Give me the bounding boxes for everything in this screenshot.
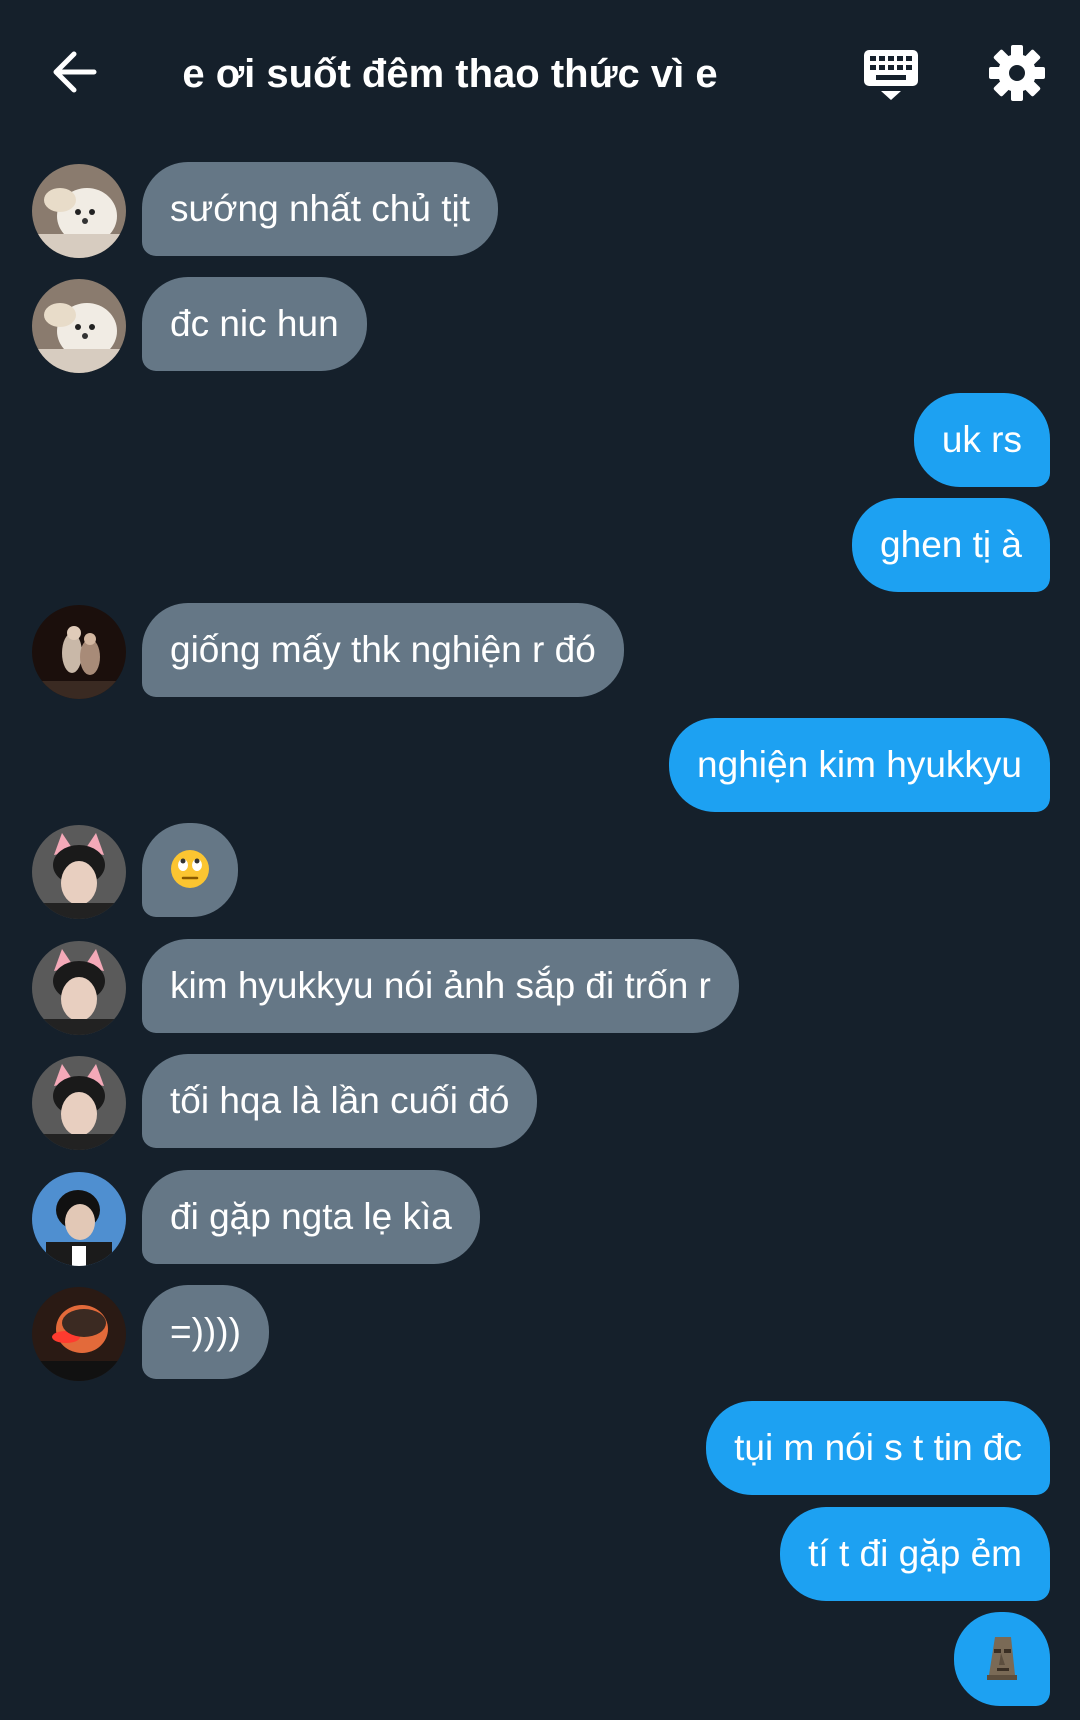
message-row bbox=[0, 1612, 1080, 1708]
back-button[interactable] bbox=[44, 42, 104, 102]
message-row: nghiện kim hyukkyu bbox=[0, 718, 1080, 814]
message-row: ghen tị à bbox=[0, 498, 1080, 594]
blue-photo-avatar[interactable] bbox=[32, 1172, 126, 1266]
outgoing-message-bubble[interactable]: tụi m nói s t tin đc bbox=[706, 1401, 1050, 1495]
outgoing-message-bubble[interactable]: uk rs bbox=[913, 393, 1050, 487]
keyboard-icon bbox=[864, 50, 918, 100]
outgoing-message-bubble[interactable]: tí t đi gặp ẻm bbox=[780, 1507, 1050, 1601]
dog-avatar[interactable] bbox=[32, 279, 126, 373]
message-row: =)))) bbox=[0, 1285, 1080, 1381]
incoming-message-bubble[interactable]: tối hqa là lần cuối đó bbox=[142, 1054, 538, 1148]
eye-roll-emoji bbox=[171, 850, 209, 889]
chat-header: e ơi suốt đêm thao thức vì e bbox=[0, 0, 1080, 150]
message-row bbox=[0, 823, 1080, 919]
message-row: đi gặp ngta lẹ kìa bbox=[0, 1170, 1080, 1266]
message-row: đc nic hun bbox=[0, 277, 1080, 373]
moai-emoji bbox=[987, 1637, 1017, 1681]
message-row: kim hyukkyu nói ảnh sắp đi trốn r bbox=[0, 939, 1080, 1035]
message-row: giống mấy thk nghiện r đó bbox=[0, 603, 1080, 699]
message-row: tối hqa là lần cuối đó bbox=[0, 1054, 1080, 1150]
dog-avatar[interactable] bbox=[32, 164, 126, 258]
cat-ears-avatar[interactable] bbox=[32, 825, 126, 919]
incoming-message-bubble[interactable]: sướng nhất chủ tịt bbox=[142, 162, 498, 256]
red-photo-avatar[interactable] bbox=[32, 1287, 126, 1381]
message-row: uk rs bbox=[0, 393, 1080, 489]
outgoing-message-bubble[interactable]: ghen tị à bbox=[852, 498, 1050, 592]
gear-icon bbox=[989, 45, 1045, 101]
arrow-left-icon bbox=[53, 51, 97, 93]
dark-photo-avatar[interactable] bbox=[32, 605, 126, 699]
settings-button[interactable] bbox=[986, 42, 1048, 104]
incoming-message-bubble[interactable]: =)))) bbox=[142, 1285, 269, 1379]
outgoing-message-bubble[interactable] bbox=[954, 1612, 1050, 1706]
message-row: sướng nhất chủ tịt bbox=[0, 162, 1080, 258]
conversation-title: e ơi suốt đêm thao thức vì e bbox=[182, 52, 718, 96]
cat-ears-avatar[interactable] bbox=[32, 1056, 126, 1150]
incoming-message-bubble[interactable] bbox=[142, 823, 238, 917]
keyboard-button[interactable] bbox=[858, 44, 924, 110]
incoming-message-bubble[interactable]: giống mấy thk nghiện r đó bbox=[142, 603, 624, 697]
message-row: tí t đi gặp ẻm bbox=[0, 1507, 1080, 1603]
incoming-message-bubble[interactable]: kim hyukkyu nói ảnh sắp đi trốn r bbox=[142, 939, 739, 1033]
incoming-message-bubble[interactable]: đc nic hun bbox=[142, 277, 367, 371]
incoming-message-bubble[interactable]: đi gặp ngta lẹ kìa bbox=[142, 1170, 480, 1264]
outgoing-message-bubble[interactable]: nghiện kim hyukkyu bbox=[669, 718, 1050, 812]
cat-ears-avatar[interactable] bbox=[32, 941, 126, 1035]
message-row: tụi m nói s t tin đc bbox=[0, 1401, 1080, 1497]
